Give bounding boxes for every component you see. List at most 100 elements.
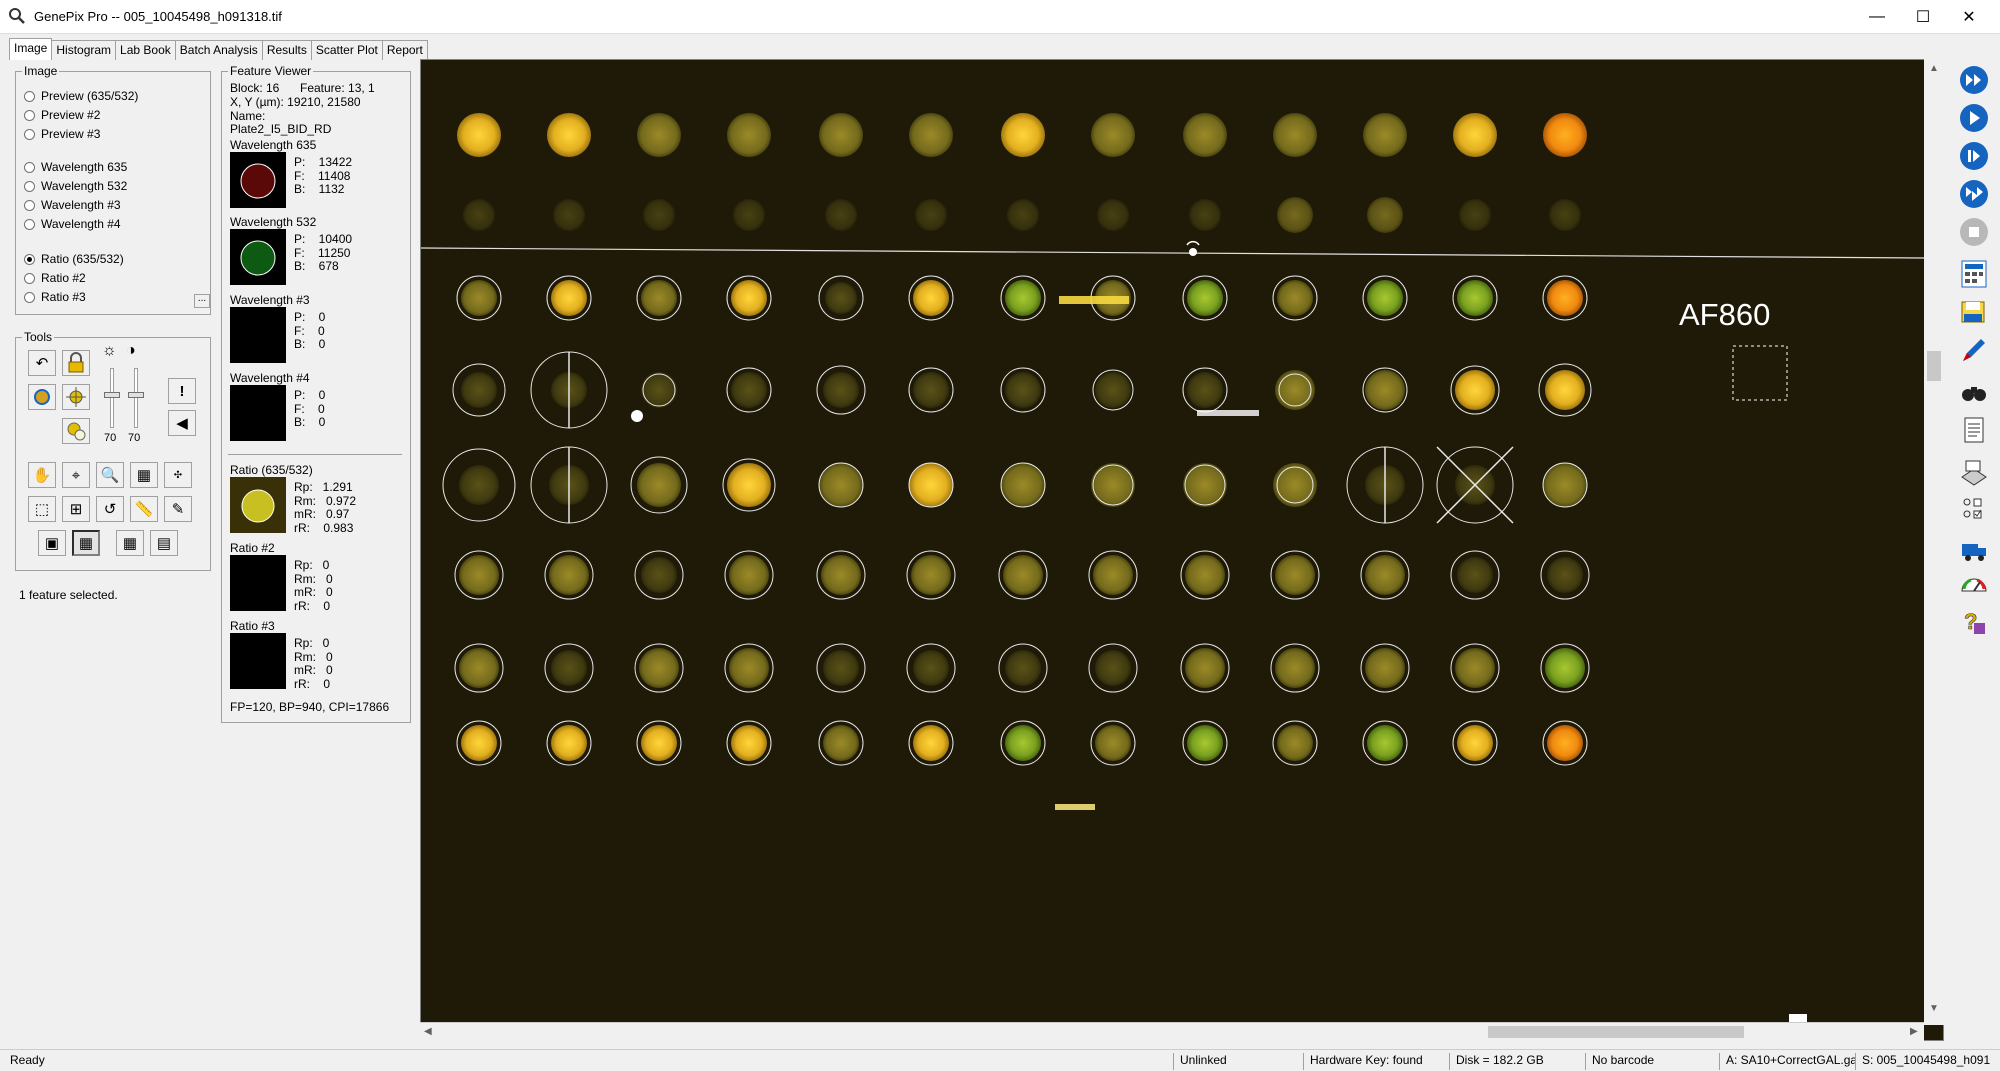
tab-batch-analysis[interactable]: Batch Analysis bbox=[174, 40, 263, 60]
array-spot[interactable] bbox=[1187, 280, 1223, 316]
array-spot[interactable] bbox=[1187, 372, 1223, 408]
tab-scatter-plot[interactable]: Scatter Plot bbox=[310, 40, 383, 60]
vertical-scroll-thumb[interactable] bbox=[1927, 351, 1941, 381]
array-spot[interactable] bbox=[1185, 555, 1225, 595]
array-spot[interactable] bbox=[547, 113, 591, 157]
lock-button[interactable] bbox=[62, 350, 90, 376]
array-spot[interactable] bbox=[731, 280, 767, 316]
array-spot[interactable] bbox=[1277, 725, 1313, 761]
array-spot[interactable] bbox=[641, 372, 677, 408]
array-spot[interactable] bbox=[1367, 280, 1403, 316]
array-spot[interactable] bbox=[825, 282, 857, 314]
radio-dot[interactable] bbox=[24, 161, 35, 173]
array-spot[interactable] bbox=[551, 280, 587, 316]
radio-dot-selected[interactable] bbox=[24, 253, 35, 265]
array-spot[interactable] bbox=[1005, 280, 1041, 316]
rotate-button[interactable] bbox=[28, 384, 56, 410]
array-spot[interactable] bbox=[727, 463, 771, 507]
undo-button[interactable]: ↶ bbox=[28, 350, 56, 376]
array-spot[interactable] bbox=[551, 650, 587, 686]
array-spot[interactable] bbox=[461, 725, 497, 761]
performance-button[interactable] bbox=[1957, 567, 1991, 601]
array-spot[interactable] bbox=[1455, 648, 1495, 688]
array-spot[interactable] bbox=[463, 199, 495, 231]
find-button[interactable] bbox=[1957, 375, 1991, 409]
array-spot[interactable] bbox=[909, 113, 953, 157]
radio-dot[interactable] bbox=[24, 272, 35, 284]
array-spot[interactable] bbox=[1183, 463, 1227, 507]
tab-results[interactable]: Results bbox=[261, 40, 312, 60]
array-spot[interactable] bbox=[1545, 648, 1585, 688]
vertical-scrollbar[interactable]: ▲ ▼ bbox=[1924, 59, 1944, 1025]
array-spot[interactable] bbox=[1545, 370, 1585, 410]
array-spot[interactable] bbox=[823, 725, 859, 761]
array-spot[interactable] bbox=[1091, 113, 1135, 157]
array-spot[interactable] bbox=[913, 725, 949, 761]
calculate-button[interactable] bbox=[1957, 257, 1991, 291]
array-spot[interactable] bbox=[731, 372, 767, 408]
array-spot[interactable] bbox=[1097, 199, 1129, 231]
array-spot[interactable] bbox=[1365, 370, 1405, 410]
scanner-button[interactable] bbox=[1957, 455, 1991, 489]
radio-wavelength-3[interactable]: Wavelength #3 bbox=[24, 198, 121, 212]
radio-preview-3[interactable]: Preview #3 bbox=[24, 127, 100, 141]
array-spot[interactable] bbox=[911, 555, 951, 595]
array-spot[interactable] bbox=[553, 199, 585, 231]
radio-ratio-3[interactable]: Ratio #3 bbox=[24, 290, 86, 304]
contrast-slider[interactable] bbox=[134, 368, 138, 428]
array-spot[interactable] bbox=[641, 725, 677, 761]
radio-dot[interactable] bbox=[24, 90, 35, 102]
array-spot[interactable] bbox=[459, 555, 499, 595]
array-spot[interactable] bbox=[913, 280, 949, 316]
grid-edit-button[interactable]: ▤ bbox=[150, 530, 178, 556]
maximize-button[interactable]: ☐ bbox=[1900, 0, 1946, 34]
array-spot[interactable] bbox=[1457, 280, 1493, 316]
compass-button[interactable]: ✣ bbox=[164, 462, 192, 488]
array-spot[interactable] bbox=[549, 555, 589, 595]
array-spot[interactable] bbox=[1001, 113, 1045, 157]
radio-dot[interactable] bbox=[24, 128, 35, 140]
array-spot[interactable] bbox=[825, 199, 857, 231]
array-spot[interactable] bbox=[1189, 199, 1221, 231]
zoom-fit-button[interactable]: ⌖ bbox=[62, 462, 90, 488]
lasso-button[interactable]: ↺ bbox=[96, 496, 124, 522]
array-spot[interactable] bbox=[1367, 197, 1403, 233]
document-button[interactable] bbox=[1957, 413, 1991, 447]
brightness-slider-thumb[interactable] bbox=[104, 392, 120, 398]
array-spot[interactable] bbox=[1367, 725, 1403, 761]
array-spot[interactable] bbox=[1275, 370, 1315, 410]
radio-preview-635-532[interactable]: Preview (635/532) bbox=[24, 89, 138, 103]
array-spot[interactable] bbox=[1187, 725, 1223, 761]
tab-lab-book[interactable]: Lab Book bbox=[115, 40, 176, 60]
array-spot[interactable] bbox=[1543, 113, 1587, 157]
array-spot[interactable] bbox=[1457, 725, 1493, 761]
array-spot[interactable] bbox=[1003, 555, 1043, 595]
exclamation-button[interactable]: ! bbox=[168, 378, 196, 404]
array-spot[interactable] bbox=[1095, 725, 1131, 761]
scan-fast-forward-button[interactable] bbox=[1957, 63, 1991, 97]
array-spot[interactable] bbox=[1277, 197, 1313, 233]
radio-wavelength-4[interactable]: Wavelength #4 bbox=[24, 217, 121, 231]
contrast-slider-thumb[interactable] bbox=[128, 392, 144, 398]
scroll-up-icon[interactable]: ▲ bbox=[1929, 63, 1939, 74]
horizontal-scrollbar[interactable]: ◀ ▶ bbox=[420, 1022, 1924, 1041]
array-spot[interactable] bbox=[1273, 113, 1317, 157]
array-spot[interactable] bbox=[729, 555, 769, 595]
align-button[interactable] bbox=[62, 384, 90, 410]
array-spot[interactable] bbox=[1183, 113, 1227, 157]
view-grid-button[interactable]: ▦ bbox=[72, 530, 100, 556]
scroll-left-icon[interactable]: ◀ bbox=[424, 1026, 432, 1037]
zoom-button[interactable]: 🔍 bbox=[96, 462, 124, 488]
array-spot[interactable] bbox=[1547, 280, 1583, 316]
array-spot[interactable] bbox=[461, 372, 497, 408]
pan-hand-button[interactable]: ✋ bbox=[28, 462, 56, 488]
array-spot[interactable] bbox=[1095, 372, 1131, 408]
tab-histogram[interactable]: Histogram bbox=[51, 40, 117, 60]
ruler-button[interactable]: 📏 bbox=[130, 496, 158, 522]
select-arrow-button[interactable]: ⬚ bbox=[28, 496, 56, 522]
array-spot[interactable] bbox=[821, 555, 861, 595]
array-spot[interactable] bbox=[643, 199, 675, 231]
array-spot[interactable] bbox=[1273, 463, 1317, 507]
array-spot[interactable] bbox=[913, 650, 949, 686]
array-spot[interactable] bbox=[641, 280, 677, 316]
